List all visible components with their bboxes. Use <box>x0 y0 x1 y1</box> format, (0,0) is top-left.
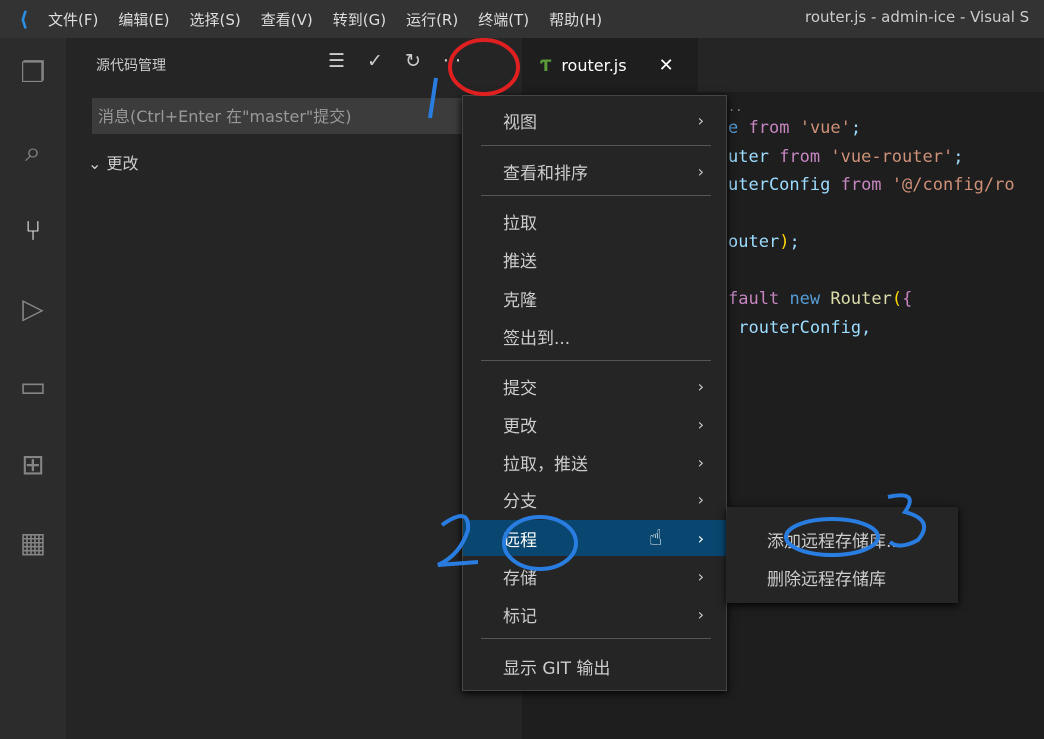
menu-selection[interactable]: 选择(S) <box>190 9 241 30</box>
menu-item-clone[interactable]: 克隆 <box>463 280 726 316</box>
menu-item-stash[interactable]: 存储 › <box>463 558 726 594</box>
extensions-icon[interactable]: ⊞ <box>0 434 66 494</box>
menu-run[interactable]: 运行(R) <box>406 9 458 30</box>
docker-icon[interactable]: ▦ <box>0 512 66 572</box>
menu-item-checkout[interactable]: 签出到... <box>463 318 726 354</box>
menu-item-show-git-output[interactable]: 显示 GIT 输出 <box>463 648 726 684</box>
menu-item-changes[interactable]: 更改 › <box>463 406 726 442</box>
annotation-label-1: 1 <box>430 90 431 91</box>
annotation-label-2: 2 <box>450 540 451 541</box>
menu-item-branch[interactable]: 分支 › <box>463 481 726 517</box>
chevron-right-icon: › <box>697 528 704 548</box>
menu-item-remove-remote[interactable]: 删除远程存储库 <box>767 565 886 590</box>
panel-title: 源代码管理 <box>96 58 166 74</box>
code-line: routerConfig, <box>728 317 872 338</box>
window-title: router.js - admin-ice - Visual S <box>805 8 1030 26</box>
code-line: uter from 'vue-router'; <box>728 146 964 167</box>
menu-item-add-remote[interactable]: 添加远程存储库... <box>767 527 902 552</box>
menu-view[interactable]: 查看(V) <box>261 9 313 30</box>
js-file-icon: Ƭ <box>540 55 552 75</box>
source-control-icon[interactable]: ⑂ <box>0 200 66 260</box>
refresh-icon[interactable]: ↻ <box>405 50 421 72</box>
menu-edit[interactable]: 编辑(E) <box>118 9 169 30</box>
menu-item-remote[interactable]: 远程 ☝ › <box>463 520 726 556</box>
context-menu: 视图 › 查看和排序 › 拉取 推送 克隆 签出到... 提交 › 更改 › 拉取，推送… <box>462 95 727 691</box>
code-line: fault new Router({ <box>728 289 913 309</box>
tab-router-js[interactable]: Ƭ router.js ✕ <box>522 38 698 92</box>
chevron-right-icon: › <box>697 414 704 434</box>
tab-bar <box>698 38 1044 92</box>
remote-explorer-icon[interactable]: ▭ <box>0 356 66 416</box>
chevron-right-icon: › <box>697 604 704 624</box>
vscode-logo-icon: ⟨ <box>19 7 29 31</box>
chevron-right-icon: › <box>697 161 704 181</box>
code-line: e from 'vue'; <box>728 118 862 138</box>
chevron-right-icon: › <box>697 489 704 509</box>
title-bar: ⟨ 文件(F) 编辑(E) 选择(S) 查看(V) 转到(G) 运行(R) 终端… <box>0 0 1044 38</box>
code-editor[interactable]: .. e from 'vue'; uter from 'vue-router'; ut… <box>728 100 1015 342</box>
changes-group[interactable]: ⌄ 更改 <box>88 150 139 174</box>
chevron-down-icon: ⌄ <box>88 154 107 173</box>
chevron-right-icon: › <box>697 566 704 586</box>
changes-label: 更改 <box>106 154 139 173</box>
annotation-label-3: 3 <box>905 515 906 516</box>
menu-item-push[interactable]: 推送 <box>463 241 726 277</box>
more-actions-icon[interactable]: ··· <box>443 50 461 72</box>
code-line: uterConfig from '@/config/ro <box>728 175 1015 195</box>
close-icon[interactable]: ✕ <box>659 55 674 76</box>
commit-check-icon[interactable]: ✓ <box>367 50 383 72</box>
menu-item-view-sort[interactable]: 查看和排序 › <box>463 153 726 189</box>
menu-file[interactable]: 文件(F) <box>48 9 98 30</box>
chevron-right-icon: › <box>697 376 704 396</box>
search-icon[interactable]: ⌕ <box>0 122 66 182</box>
menu-item-commit[interactable]: 提交 › <box>463 368 726 404</box>
chevron-right-icon: › <box>697 110 704 130</box>
menu-item-pull-push[interactable]: 拉取，推送 › <box>463 444 726 480</box>
menu-item-tags[interactable]: 标记 › <box>463 596 726 632</box>
menu-item-view[interactable]: 视图 › <box>463 102 726 138</box>
hand-cursor-icon: ☝ <box>649 525 663 551</box>
activity-bar: ❐ ⌕ ⑂ ▷ ▭ ⊞ ▦ <box>0 38 66 739</box>
menu-item-pull[interactable]: 拉取 <box>463 203 726 239</box>
tab-label: router.js <box>561 55 627 75</box>
chevron-right-icon: › <box>697 452 704 472</box>
run-debug-icon[interactable]: ▷ <box>0 278 66 338</box>
view-as-tree-icon[interactable]: ☰ <box>328 50 345 72</box>
remote-submenu: 添加远程存储库... 删除远程存储库 <box>727 507 958 603</box>
code-line: outer); <box>728 232 800 252</box>
menu-go[interactable]: 转到(G) <box>333 9 386 30</box>
explorer-icon[interactable]: ❐ <box>0 42 66 102</box>
menu-terminal[interactable]: 终端(T) <box>478 9 529 30</box>
commit-message-input[interactable] <box>92 98 462 134</box>
source-control-panel: 源代码管理 ☰ ✓ ↻ ··· ⌄ 更改 <box>66 38 522 739</box>
menu-help[interactable]: 帮助(H) <box>549 9 602 30</box>
